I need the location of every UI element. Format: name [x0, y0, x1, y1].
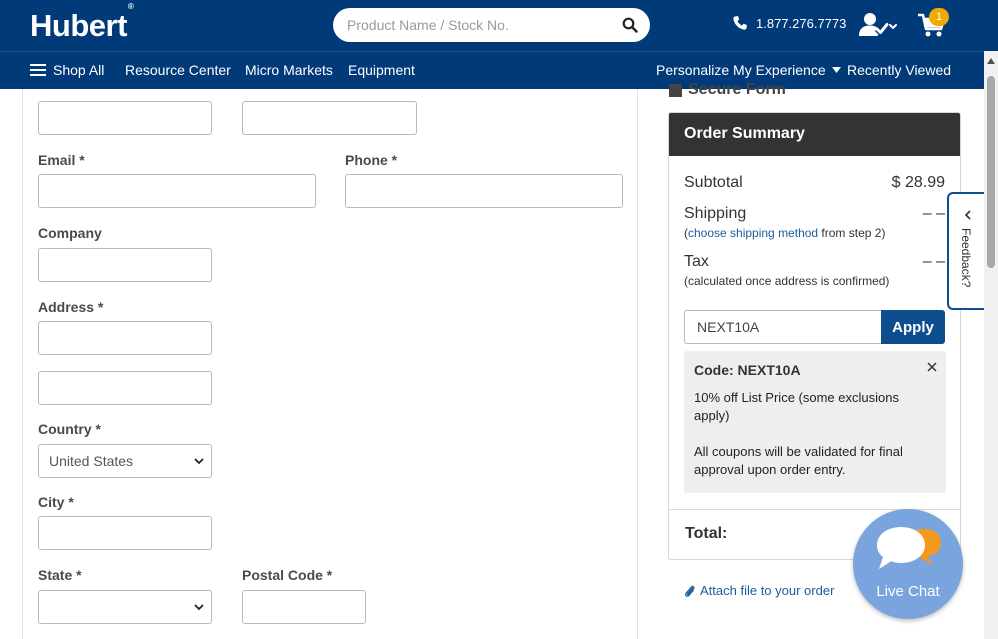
- total-label: Total:: [685, 525, 728, 542]
- address-label: Address *: [38, 299, 104, 315]
- state-label: State *: [38, 567, 82, 583]
- chat-bubbles-icon: [877, 527, 941, 569]
- main-nav: Shop All Resource Center Micro Markets E…: [0, 51, 998, 89]
- search-box: [333, 8, 650, 42]
- nav-resource-center[interactable]: Resource Center: [125, 62, 231, 78]
- email-label: Email *: [38, 152, 85, 168]
- subtotal-value: $ 28.99: [891, 174, 945, 191]
- feedback-tab[interactable]: Feedback?: [947, 192, 985, 310]
- search-icon[interactable]: [622, 17, 638, 33]
- live-chat-button[interactable]: Live Chat: [853, 509, 963, 619]
- coupon-code-label: Code: NEXT10A: [694, 362, 801, 378]
- coupon-input[interactable]: [684, 310, 882, 344]
- coupon-description: 10% off List Price (some exclusions appl…: [694, 390, 899, 423]
- attach-file-link[interactable]: Attach file to your order: [684, 583, 834, 598]
- nav-micro-markets[interactable]: Micro Markets: [245, 62, 333, 78]
- lock-icon: [669, 83, 682, 97]
- country-value: United States: [49, 453, 134, 469]
- order-summary-title: Order Summary: [669, 113, 960, 156]
- postal-code-field[interactable]: [242, 590, 366, 624]
- shipping-label: Shipping: [684, 205, 747, 222]
- recently-viewed-link[interactable]: Recently Viewed: [847, 62, 951, 78]
- shipping-value: – –: [922, 205, 945, 222]
- header-bar: Hubert® 1.877.276.7773 1: [0, 0, 998, 51]
- address-line2-field[interactable]: [38, 371, 212, 405]
- phone-number: 1.877.276.7773: [756, 15, 847, 31]
- live-chat-label: Live Chat: [876, 583, 940, 600]
- city-field[interactable]: [38, 516, 212, 550]
- country-label: Country *: [38, 421, 101, 437]
- scrollbar-thumb[interactable]: [987, 76, 995, 268]
- secure-form-heading: Secure Form: [669, 81, 786, 99]
- phone-contact[interactable]: 1.877.276.7773: [732, 15, 846, 31]
- page-scrollbar[interactable]: [984, 51, 998, 639]
- company-field[interactable]: [38, 248, 212, 282]
- chevron-down-icon: [194, 604, 204, 611]
- chevron-down-icon: [194, 458, 204, 465]
- personalize-menu[interactable]: Personalize My Experience: [656, 62, 841, 78]
- phone-label: Phone *: [345, 152, 398, 168]
- scroll-up-arrow-icon[interactable]: [987, 57, 995, 65]
- billing-form: Email * Phone * Company Address * Countr…: [22, 89, 638, 639]
- chevron-left-icon: [964, 210, 971, 220]
- shop-all-menu[interactable]: Shop All: [30, 62, 104, 78]
- tax-label: Tax: [684, 253, 709, 270]
- search-input[interactable]: [347, 15, 607, 35]
- close-icon[interactable]: [927, 362, 937, 372]
- shipping-note: (choose shipping method from step 2): [684, 226, 886, 240]
- choose-shipping-link[interactable]: choose shipping method: [688, 226, 818, 240]
- state-select[interactable]: [38, 590, 212, 624]
- caret-down-icon: [831, 67, 841, 73]
- phone-icon: [733, 16, 747, 30]
- subtotal-label: Subtotal: [684, 174, 743, 191]
- first-name-field[interactable]: [38, 101, 212, 135]
- account-check-icon[interactable]: [858, 12, 898, 38]
- company-label: Company: [38, 225, 102, 241]
- paperclip-icon: [685, 585, 695, 597]
- address-line1-field[interactable]: [38, 321, 212, 355]
- phone-field[interactable]: [345, 174, 623, 208]
- country-select[interactable]: United States: [38, 444, 212, 478]
- hubert-logo[interactable]: Hubert®: [30, 2, 134, 44]
- hamburger-icon: [30, 64, 46, 76]
- cart-count-badge: 1: [929, 8, 949, 26]
- tax-note: (calculated once address is confirmed): [684, 274, 890, 288]
- city-label: City *: [38, 494, 74, 510]
- tax-value: – –: [922, 253, 945, 270]
- coupon-validation-note: All coupons will be validated for final …: [694, 444, 903, 477]
- postal-code-label: Postal Code *: [242, 567, 333, 583]
- order-summary: Order Summary Subtotal $ 28.99 Shipping …: [668, 112, 961, 560]
- applied-coupon: Code: NEXT10A 10% off List Price (some e…: [684, 351, 946, 493]
- feedback-label: Feedback?: [959, 228, 973, 288]
- apply-coupon-button[interactable]: Apply: [881, 310, 945, 344]
- email-field[interactable]: [38, 174, 316, 208]
- nav-equipment[interactable]: Equipment: [348, 62, 415, 78]
- last-name-field[interactable]: [242, 101, 417, 135]
